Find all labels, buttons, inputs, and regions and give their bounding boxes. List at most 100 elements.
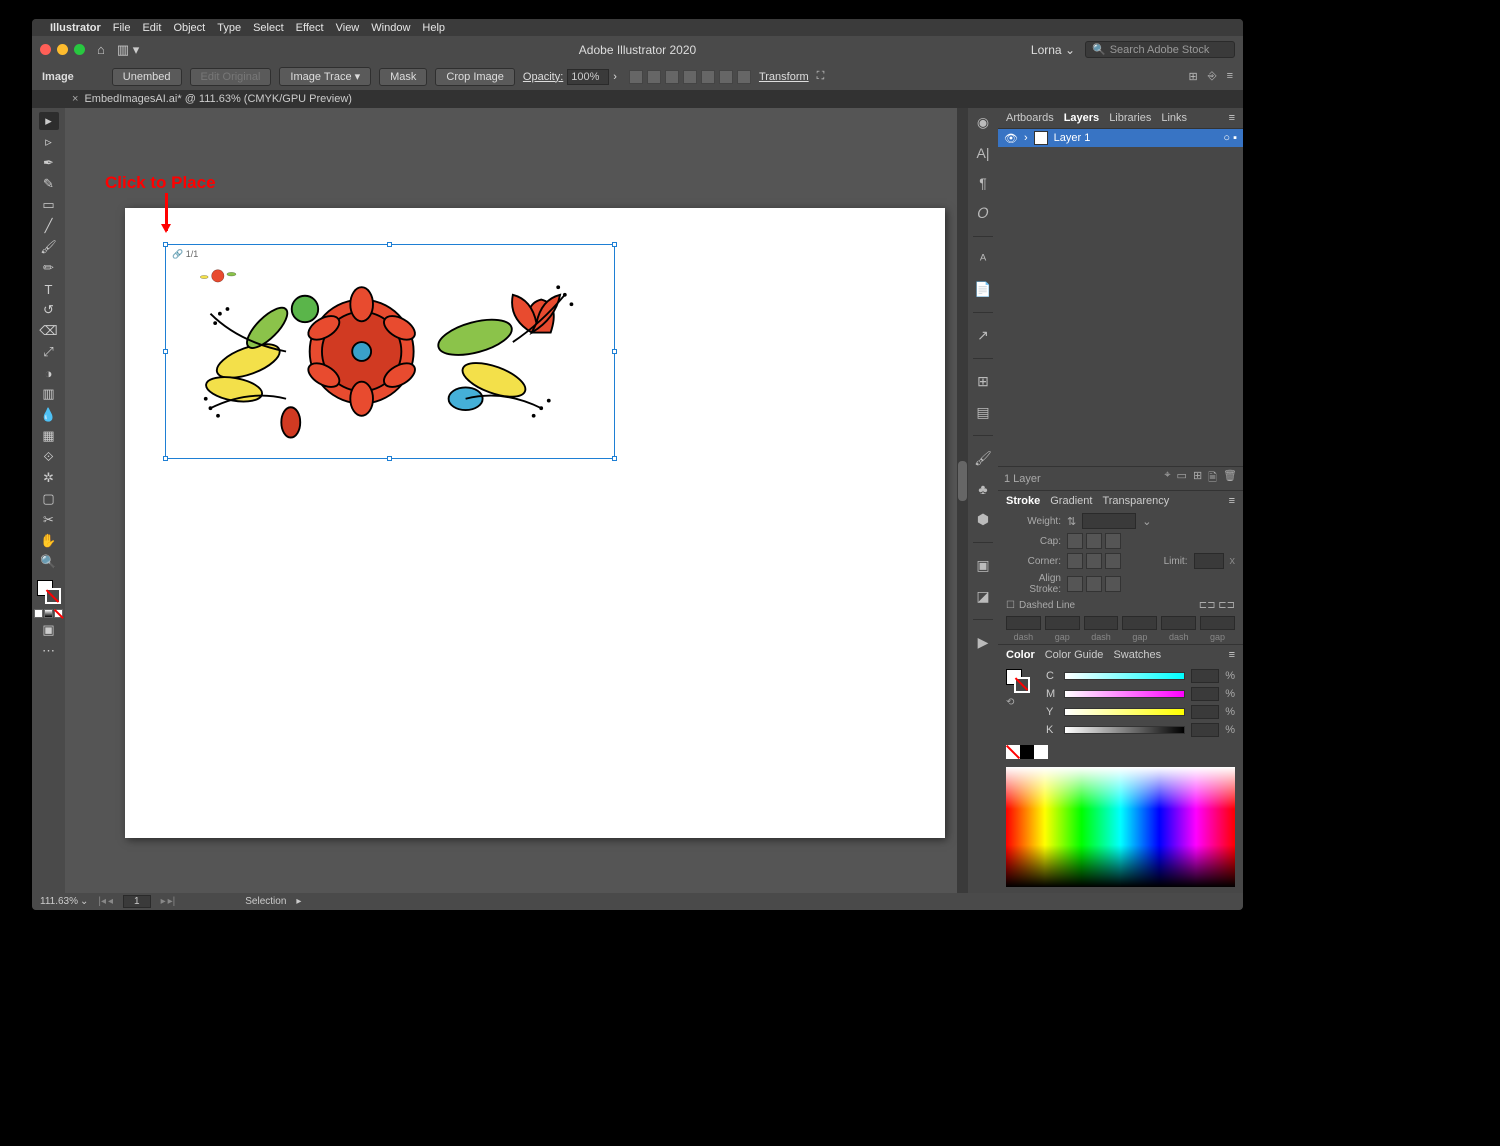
unembed-button[interactable]: Unembed [112, 68, 182, 86]
tab-color-guide[interactable]: Color Guide [1045, 649, 1104, 661]
yellow-value-input[interactable] [1191, 705, 1219, 719]
color-spectrum[interactable] [1006, 767, 1235, 887]
zoom-window-button[interactable] [74, 44, 85, 55]
artboard-tool[interactable]: ▢ [39, 490, 59, 508]
dash-align-icon[interactable]: ⊏⊐ ⊏⊐ [1199, 600, 1235, 611]
char-styles-panel-icon[interactable]: 📄 [974, 281, 991, 298]
dashed-checkbox[interactable]: ☐ [1006, 600, 1015, 611]
scale-tool[interactable]: ⤢ [39, 343, 59, 361]
last-artboard-icon[interactable]: ▸| [168, 896, 176, 907]
resize-handle[interactable] [612, 242, 617, 247]
paragraph-panel-icon[interactable]: ¶ [979, 175, 987, 191]
align-left-icon[interactable] [647, 70, 661, 84]
black-slider[interactable] [1064, 726, 1185, 734]
new-sublayer-icon[interactable]: ⊞ [1193, 469, 1202, 488]
align-vcenter-icon[interactable] [719, 70, 733, 84]
canvas[interactable]: Click to Place 🔗 1/1 [65, 108, 968, 893]
user-menu[interactable]: Lorna ⌄ [1031, 43, 1075, 57]
character-panel-icon[interactable]: A| [977, 145, 990, 161]
graphic-styles-icon[interactable]: ▣ [976, 557, 989, 574]
yellow-slider[interactable] [1064, 708, 1185, 716]
next-artboard-icon[interactable]: ▸ [161, 896, 166, 907]
tab-artboards[interactable]: Artboards [1006, 112, 1054, 124]
menu-help[interactable]: Help [422, 22, 445, 34]
panel-icon-1[interactable]: ⊞ [1189, 70, 1198, 83]
graph-tool[interactable]: ▥ [39, 385, 59, 403]
document-tab[interactable]: EmbedImagesAI.ai* @ 111.63% (CMYK/GPU Pr… [84, 93, 352, 105]
panel-icon-2[interactable]: ⎆ [1208, 70, 1217, 83]
cyan-value-input[interactable] [1191, 669, 1219, 683]
color-mode-solid[interactable] [34, 609, 43, 618]
dash-input[interactable] [1006, 616, 1041, 630]
panel-menu-icon[interactable]: ≡ [1229, 495, 1235, 507]
opacity-input[interactable] [567, 69, 609, 85]
menu-window[interactable]: Window [371, 22, 410, 34]
tab-transparency[interactable]: Transparency [1102, 495, 1169, 507]
eraser-tool[interactable]: ⌫ [39, 322, 59, 340]
magenta-value-input[interactable] [1191, 687, 1219, 701]
hand-tool[interactable]: ✋ [39, 532, 59, 550]
workspace-switcher-icon[interactable]: ▥ ▾ [117, 42, 139, 58]
appearance-icon[interactable]: ◪ [976, 588, 989, 605]
weight-input[interactable] [1082, 513, 1136, 529]
expand-layer-icon[interactable]: › [1024, 132, 1028, 144]
mask-button[interactable]: Mask [379, 68, 427, 86]
align-hcenter-icon[interactable] [665, 70, 679, 84]
limit-input[interactable] [1194, 553, 1224, 569]
play-action-icon[interactable]: ▶ [978, 634, 989, 651]
tab-stroke[interactable]: Stroke [1006, 495, 1040, 507]
tab-layers[interactable]: Layers [1064, 112, 1099, 124]
zoom-tool[interactable]: 🔍 [39, 553, 59, 571]
paintbrush-tool[interactable]: 🖌 [39, 238, 59, 256]
properties-panel-icon[interactable]: ◉ [977, 114, 989, 131]
visibility-toggle-icon[interactable]: 👁 [1004, 132, 1018, 145]
shape-builder-tool[interactable]: ◑ [39, 364, 59, 382]
align-panel-icon[interactable]: ⊞ [977, 373, 989, 390]
first-artboard-icon[interactable]: |◂ [98, 896, 106, 907]
magenta-slider[interactable] [1064, 690, 1185, 698]
stroke-swatch[interactable] [45, 588, 61, 604]
panel-menu-icon[interactable]: ≡ [1229, 649, 1235, 661]
make-clip-mask-icon[interactable]: ▭ [1177, 469, 1187, 488]
resize-handle[interactable] [387, 242, 392, 247]
swap-colors-icon[interactable]: ⟲ [998, 697, 1038, 708]
isolate-icon[interactable]: ⛶ [817, 70, 825, 83]
placed-image-selection[interactable]: 🔗 1/1 [165, 244, 615, 459]
curvature-tool[interactable]: ✎ [39, 175, 59, 193]
align-stroke-center-icon[interactable] [1067, 576, 1083, 592]
dash-input[interactable] [1161, 616, 1196, 630]
opentype-panel-icon[interactable]: 𝑂 [978, 205, 989, 222]
corner-bevel-icon[interactable] [1105, 553, 1121, 569]
prev-artboard-icon[interactable]: ◂ [108, 896, 113, 907]
delete-layer-icon[interactable]: 🗑 [1223, 469, 1237, 488]
slice-tool[interactable]: ✂ [39, 511, 59, 529]
gap-input[interactable] [1200, 616, 1235, 630]
layer-target-icon[interactable]: ○ ▪ [1223, 132, 1237, 144]
menu-file[interactable]: File [113, 22, 131, 34]
symbols-panel-icon[interactable]: ♣ [978, 481, 987, 497]
type-tool[interactable]: T [39, 280, 59, 298]
color-mode-none[interactable] [54, 609, 63, 618]
cap-butt-icon[interactable] [1067, 533, 1083, 549]
panel-menu-icon[interactable]: ≡ [1229, 112, 1235, 124]
corner-round-icon[interactable] [1086, 553, 1102, 569]
align-right-icon[interactable] [683, 70, 697, 84]
export-panel-icon[interactable]: ↗ [977, 327, 989, 344]
brushes-panel-icon[interactable]: 🖌 [974, 450, 992, 467]
tab-libraries[interactable]: Libraries [1109, 112, 1151, 124]
edit-toolbar-icon[interactable]: ⋯ [39, 642, 59, 660]
close-tab-icon[interactable]: × [72, 93, 78, 105]
align-stroke-outside-icon[interactable] [1105, 576, 1121, 592]
eyedropper-tool[interactable]: 💧 [39, 406, 59, 424]
artboard-nav-input[interactable]: 1 [123, 895, 151, 908]
black-swatch[interactable] [1020, 745, 1034, 759]
locate-object-icon[interactable]: ⌖ [1164, 469, 1170, 488]
cyan-slider[interactable] [1064, 672, 1185, 680]
zoom-dropdown[interactable]: 111.63% ⌄ [40, 896, 88, 907]
symbol-sprayer-tool[interactable]: ✲ [39, 469, 59, 487]
menu-edit[interactable]: Edit [142, 22, 161, 34]
pen-tool[interactable]: ✒ [39, 154, 59, 172]
glyphs-panel-icon[interactable]: ᴬ [980, 251, 986, 267]
layer-name[interactable]: Layer 1 [1054, 132, 1218, 144]
pencil-tool[interactable]: ✏ [39, 259, 59, 277]
